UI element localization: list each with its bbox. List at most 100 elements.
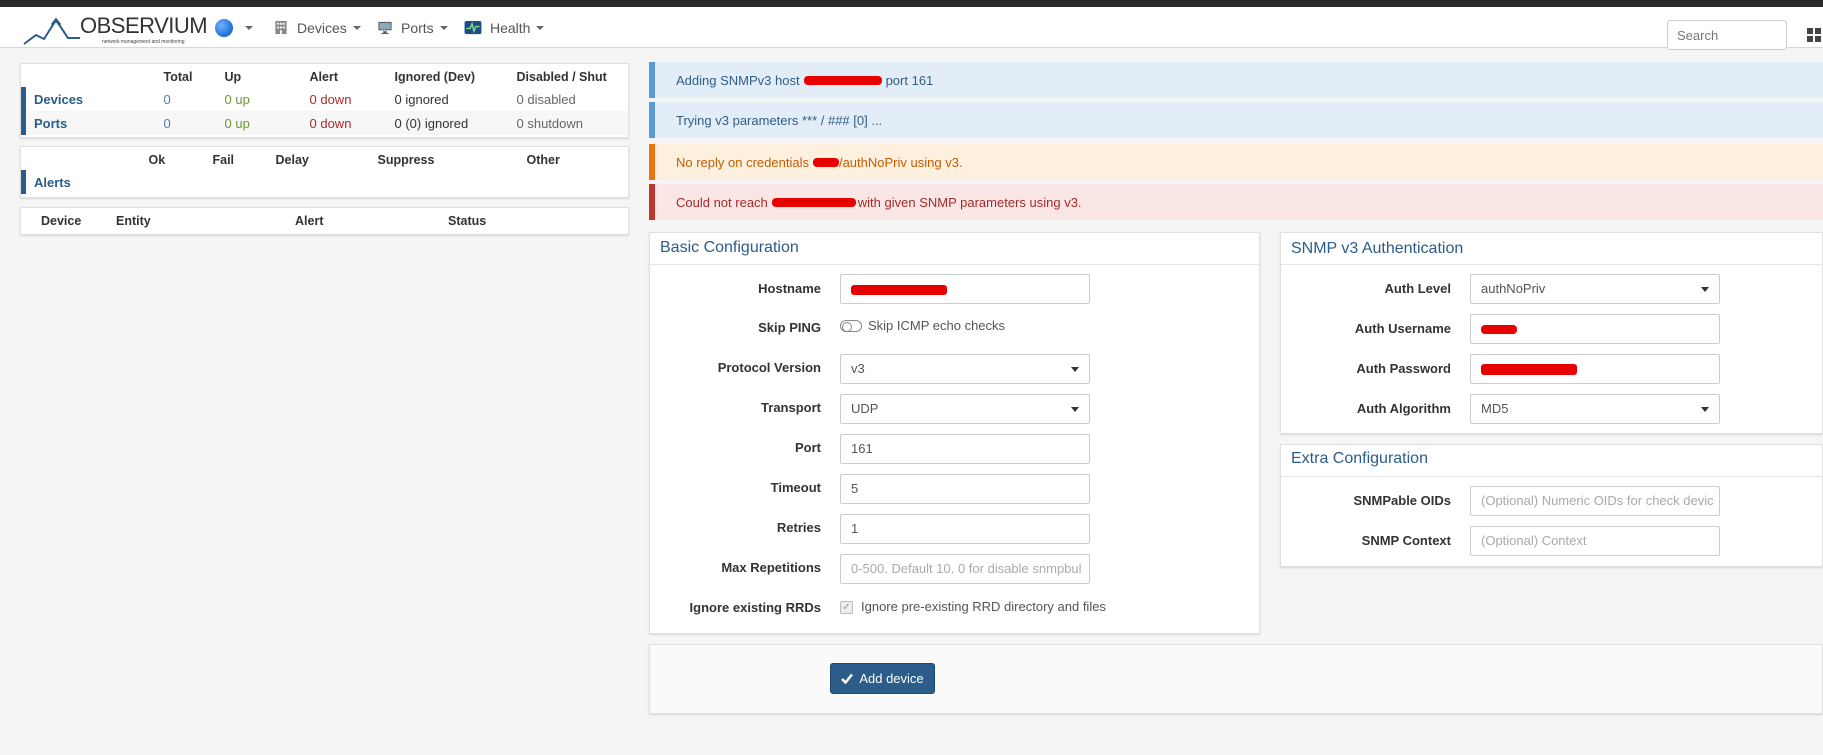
protocol-version-value: v3 (851, 361, 865, 376)
observium-logo[interactable]: OBSERVIUM network management and monitor… (22, 11, 208, 45)
monitor-icon (378, 21, 392, 35)
message-text: port 161 (885, 72, 934, 88)
col-up: Up (224, 70, 242, 84)
col-delay: Delay (275, 153, 309, 167)
message-text: Trying v3 parameters *** / ### [0] ... (676, 112, 883, 128)
ports-total[interactable]: 0 (160, 111, 221, 135)
chevron-down-icon (1701, 287, 1709, 292)
redaction-mark (812, 157, 839, 167)
protocol-version-label: Protocol Version (717, 360, 821, 375)
devices-total[interactable]: 0 (160, 87, 221, 111)
chevron-down-icon (439, 25, 448, 30)
form-actions-panel (649, 644, 1823, 714)
globe-icon (215, 18, 233, 37)
search-input[interactable] (1667, 20, 1787, 50)
auth-username-field[interactable] (1470, 314, 1720, 344)
col-fail: Fail (212, 153, 235, 167)
port-field[interactable]: 161 (840, 434, 1090, 464)
table-row: Ports 0 0 up 0 down 0 (0) ignored 0 shut… (21, 111, 629, 135)
protocol-version-select[interactable]: v3 (840, 354, 1090, 384)
redaction-mark (771, 197, 856, 207)
nav-devices-label: Devices (297, 19, 347, 36)
ports-up[interactable]: 0 up (221, 111, 306, 135)
devices-up[interactable]: 0 up (221, 87, 306, 111)
chevron-down-icon (352, 25, 361, 30)
hostname-field[interactable] (840, 274, 1090, 304)
logo-mountain-icon (23, 17, 80, 45)
nav-ports-label: Ports (401, 19, 434, 36)
col-suppress: Suppress (377, 153, 435, 167)
windows-icon[interactable] (1807, 28, 1821, 42)
nav-ports[interactable]: Ports (377, 7, 448, 48)
status-summary-panel: Total Up Alert Ignored (Dev) Disabled / … (20, 63, 629, 138)
timeout-label: Timeout (770, 480, 821, 495)
redaction-mark (851, 284, 947, 295)
row-label-alerts[interactable]: Alerts (21, 170, 145, 194)
status-table: Total Up Alert Ignored (Dev) Disabled / … (21, 64, 628, 135)
chevron-down-icon (1701, 407, 1709, 412)
table-row: Devices 0 0 up 0 down 0 ignored 0 disabl… (21, 87, 629, 111)
max-repetitions-label: Max Repetitions (721, 560, 821, 575)
hostname-label: Hostname (758, 281, 821, 296)
col-total: Total (163, 70, 193, 84)
redaction-mark (803, 75, 882, 85)
ports-down[interactable]: 0 down (306, 111, 391, 135)
skip-ping-toggle[interactable] (840, 320, 862, 332)
col-other: Other (526, 153, 560, 167)
ignore-rrds-label: Ignore existing RRDs (689, 600, 821, 615)
ports-shutdown[interactable]: 0 shutdown (513, 111, 629, 135)
col-ok: Ok (148, 153, 166, 167)
chevron-down-icon (1071, 407, 1079, 412)
devices-down[interactable]: 0 down (306, 87, 391, 111)
snmpable-oids-field[interactable]: (Optional) Numeric OIDs for check devic (1470, 486, 1720, 516)
retries-field[interactable]: 1 (840, 514, 1090, 544)
table-row: Alerts (21, 170, 629, 194)
auth-password-label: Auth Password (1356, 361, 1451, 376)
col-alert: Alert (309, 70, 338, 84)
col-status: Status (448, 214, 487, 228)
auth-username-label: Auth Username (1354, 321, 1451, 336)
brand-tagline: network management and monitoring (102, 39, 185, 45)
auth-algorithm-select[interactable]: MD5 (1470, 394, 1720, 424)
col-device: Device (41, 214, 82, 228)
devices-disabled[interactable]: 0 disabled (513, 87, 629, 111)
snmp-auth-panel: SNMP v3 Authentication Auth Level authNo… (1280, 232, 1823, 434)
nav-devices[interactable]: Devices (273, 7, 361, 48)
redaction-mark (1481, 325, 1517, 335)
message-text: /authNoPriv using v3. (838, 154, 963, 170)
transport-select[interactable]: UDP (840, 394, 1090, 424)
skip-ping-label: Skip PING (758, 320, 821, 335)
globe-menu[interactable] (215, 7, 253, 48)
snmpable-oids-label: SNMPable OIDs (1353, 493, 1451, 508)
transport-value: UDP (851, 401, 879, 416)
max-repetitions-field[interactable]: 0-500. Default 10. 0 for disable snmpbul (840, 554, 1090, 584)
auth-level-select[interactable]: authNoPriv (1470, 274, 1720, 304)
col-disabled: Disabled / Shut (516, 70, 607, 84)
ignore-rrds-checkbox[interactable]: ✓ (840, 601, 853, 614)
message-trying-parameters: Trying v3 parameters *** / ### [0] ... (649, 102, 1823, 138)
timeout-field[interactable]: 5 (840, 474, 1090, 504)
message-no-reply: No reply on credentials /authNoPriv usin… (649, 144, 1823, 180)
ports-ignored[interactable]: 0 (0) ignored (391, 111, 513, 135)
auth-level-label: Auth Level (1384, 281, 1451, 296)
snmp-context-field[interactable]: (Optional) Context (1470, 526, 1720, 556)
row-label-devices[interactable]: Devices (21, 87, 160, 111)
message-adding-host: Adding SNMPv3 host port 161 (649, 62, 1823, 98)
transport-label: Transport (761, 400, 821, 415)
nav-health[interactable]: Health (464, 7, 545, 48)
devices-ignored[interactable]: 0 ignored (391, 87, 513, 111)
check-icon (841, 673, 854, 684)
add-device-button[interactable]: Add device (830, 663, 935, 694)
browser-top-strip (0, 0, 1823, 7)
top-navbar: OBSERVIUM network management and monitor… (0, 7, 1823, 50)
nav-health-label: Health (490, 19, 531, 36)
col-alert: Alert (295, 214, 324, 228)
auth-algorithm-value: MD5 (1481, 401, 1509, 416)
chevron-down-icon (536, 25, 545, 30)
alerts-table: Ok Fail Delay Suppress Other Alerts (21, 147, 628, 194)
skip-ping-hint: Skip ICMP echo checks (868, 318, 1006, 333)
auth-password-field[interactable] (1470, 354, 1720, 384)
row-label-ports[interactable]: Ports (21, 111, 160, 135)
chevron-down-icon (245, 25, 253, 30)
extra-config-title: Extra Configuration (1291, 450, 1428, 467)
